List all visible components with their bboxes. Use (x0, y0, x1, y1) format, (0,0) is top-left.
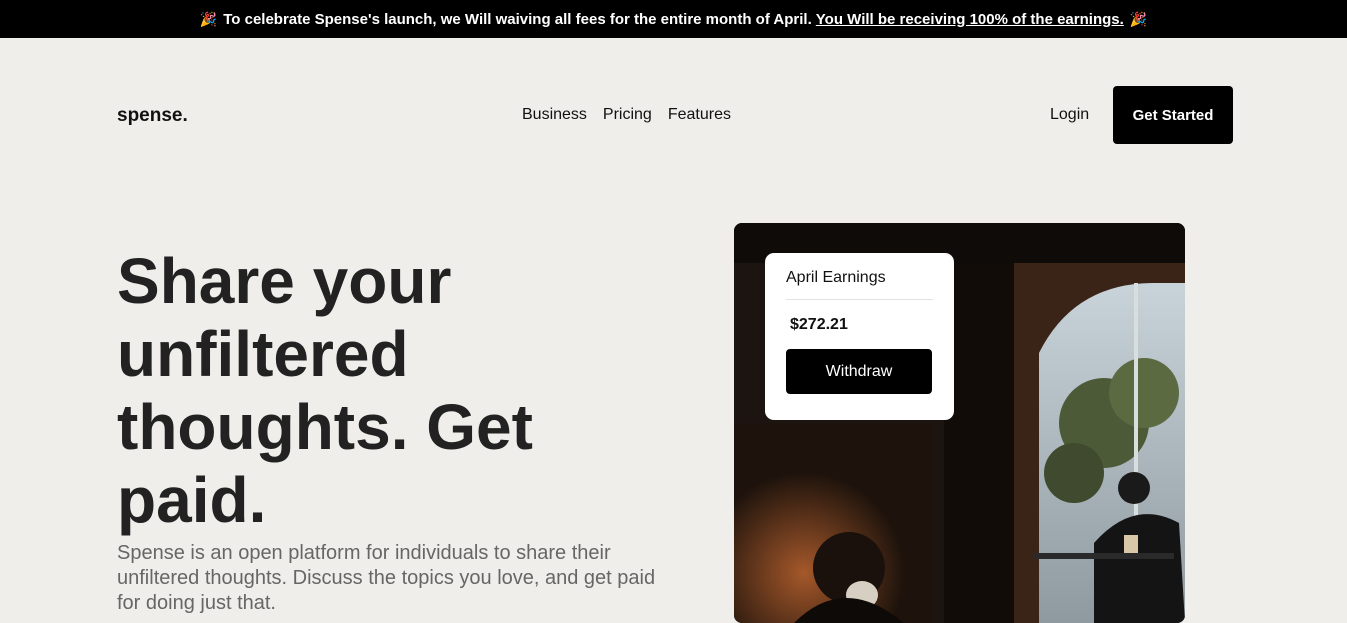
nav-item-business[interactable]: Business (522, 106, 587, 124)
earnings-card: April Earnings $272.21 Withdraw (765, 253, 954, 420)
main-nav: Business Pricing Features (522, 106, 731, 124)
party-popper-icon: 🎉 (199, 10, 218, 27)
nav-item-features[interactable]: Features (668, 106, 731, 124)
logo[interactable]: spense. (117, 105, 188, 127)
earnings-card-title: April Earnings (786, 269, 933, 300)
withdraw-button[interactable]: Withdraw (786, 349, 932, 394)
get-started-button[interactable]: Get Started (1113, 86, 1233, 144)
banner-text: To celebrate Spense's launch, we Will wa… (223, 10, 812, 28)
hero-title: Share your unfiltered thoughts. Get paid… (117, 245, 533, 536)
banner-link[interactable]: You Will be receiving 100% of the earnin… (816, 11, 1124, 28)
hero-subtitle: Spense is an open platform for individua… (117, 542, 656, 614)
nav-item-pricing[interactable]: Pricing (603, 106, 652, 124)
earnings-amount: $272.21 (790, 316, 848, 333)
announcement-banner: 🎉 To celebrate Spense's launch, we Will … (0, 0, 1347, 38)
login-link[interactable]: Login (1050, 106, 1089, 124)
party-popper-icon: 🎉 (1129, 10, 1148, 27)
